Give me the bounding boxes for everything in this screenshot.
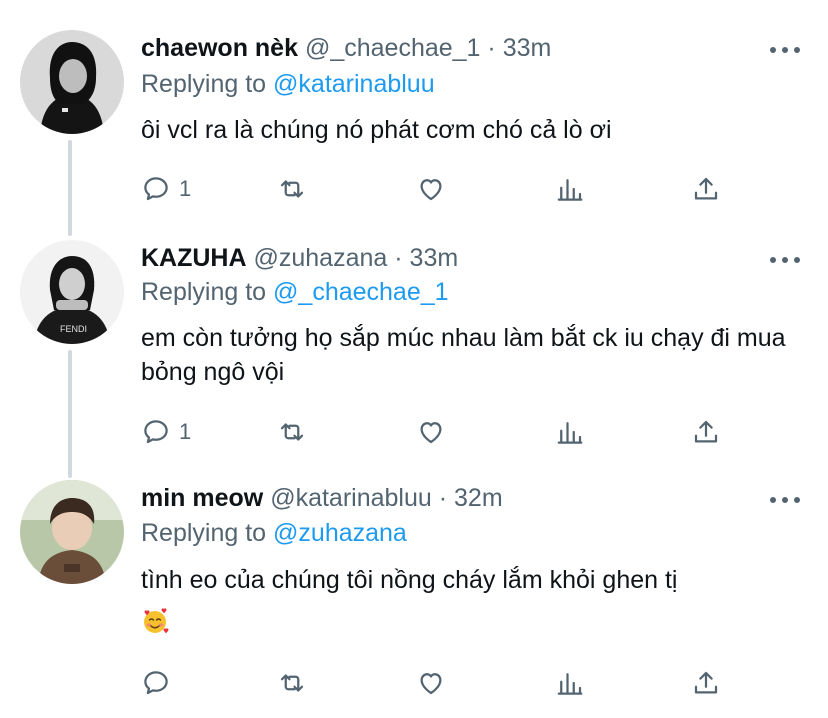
svg-text:FENDI: FENDI xyxy=(60,324,87,334)
analytics-icon xyxy=(557,673,583,695)
retweet-icon xyxy=(280,180,304,198)
replying-to: Replying to @_chaechae_1 xyxy=(141,277,449,307)
tweet-text-content: tình eo của chúng tôi nồng cháy lắm khỏi… xyxy=(141,566,678,594)
tweet[interactable]: FENDI KAZUHA @zuhazana · 33m Replying to… xyxy=(0,232,828,476)
like-button[interactable] xyxy=(416,415,454,449)
reply-button[interactable]: 1 xyxy=(141,415,191,449)
tweet[interactable]: chaewon nèk @_chaechae_1 · 33m Replying … xyxy=(0,0,828,232)
avatar[interactable] xyxy=(20,30,124,134)
heart-icon xyxy=(420,673,442,695)
retweet-button[interactable] xyxy=(277,172,315,206)
share-button[interactable] xyxy=(691,415,721,449)
tweet-text: ôi vcl ra là chúng nó phát cơm chó cả lò… xyxy=(141,116,612,144)
timestamp[interactable]: 32m xyxy=(454,484,503,512)
reply-button[interactable] xyxy=(141,666,179,700)
user-handle[interactable]: @katarinabluu xyxy=(270,484,432,512)
display-name[interactable]: chaewon nèk xyxy=(141,34,298,62)
action-bar: 1 xyxy=(141,415,731,449)
timestamp[interactable]: 33m xyxy=(503,34,552,62)
replying-to-mention[interactable]: @katarinabluu xyxy=(273,70,435,98)
share-button[interactable] xyxy=(691,172,721,206)
heart-icon xyxy=(420,422,442,444)
replying-to-label: Replying to xyxy=(141,70,267,98)
separator: · xyxy=(394,244,403,272)
user-handle[interactable]: @zuhazana xyxy=(254,244,388,272)
like-button[interactable] xyxy=(416,172,454,206)
replying-to-mention[interactable]: @_chaechae_1 xyxy=(273,278,449,306)
smiling-face-with-hearts-icon xyxy=(144,608,169,634)
share-button[interactable] xyxy=(691,666,721,700)
like-button[interactable] xyxy=(416,666,454,700)
action-bar xyxy=(141,666,731,700)
reply-icon xyxy=(144,420,168,444)
tweet-header: KAZUHA @zuhazana · 33m xyxy=(141,243,458,273)
analytics-button[interactable] xyxy=(555,415,585,449)
share-icon xyxy=(694,177,718,200)
tweet-text: tình eo của chúng tôi nồng cháy lắm khỏi… xyxy=(141,563,811,644)
more-options-icon[interactable] xyxy=(770,255,800,265)
reply-count: 1 xyxy=(179,176,192,201)
tweet-header: min meow @katarinabluu · 32m xyxy=(141,483,503,513)
analytics-icon xyxy=(557,422,583,444)
separator: · xyxy=(438,484,448,512)
replying-to-label: Replying to xyxy=(141,519,267,547)
replying-to-mention[interactable]: @zuhazana xyxy=(273,519,407,547)
retweet-icon xyxy=(280,423,304,441)
tweet-text: em còn tưởng họ sắp múc nhau làm bắt ck … xyxy=(141,324,786,386)
action-bar: 1 xyxy=(141,172,731,206)
tweet-header: chaewon nèk @_chaechae_1 · 33m xyxy=(141,33,551,63)
display-name[interactable]: KAZUHA xyxy=(141,244,247,272)
retweet-icon xyxy=(280,674,304,692)
tweet[interactable]: min meow @katarinabluu · 32m Replying to… xyxy=(0,476,828,718)
heart-icon xyxy=(420,179,442,201)
avatar[interactable]: FENDI xyxy=(20,240,124,344)
more-options-icon[interactable] xyxy=(770,45,800,55)
separator: · xyxy=(487,34,496,62)
user-handle[interactable]: @_chaechae_1 xyxy=(305,34,481,62)
replying-to: Replying to @katarinabluu xyxy=(141,69,435,99)
share-icon xyxy=(694,671,718,694)
avatar[interactable] xyxy=(20,480,124,584)
reply-icon xyxy=(144,177,168,201)
reply-count: 1 xyxy=(179,419,192,444)
reply-button[interactable]: 1 xyxy=(141,172,191,206)
replying-to-label: Replying to xyxy=(141,278,267,306)
retweet-button[interactable] xyxy=(277,666,315,700)
more-options-icon[interactable] xyxy=(770,495,800,505)
replying-to: Replying to @zuhazana xyxy=(141,518,407,548)
analytics-icon xyxy=(557,179,583,201)
timestamp[interactable]: 33m xyxy=(410,244,459,272)
share-icon xyxy=(694,420,718,443)
analytics-button[interactable] xyxy=(555,172,585,206)
analytics-button[interactable] xyxy=(555,666,585,700)
display-name[interactable]: min meow xyxy=(141,484,263,512)
reply-icon xyxy=(144,671,168,695)
retweet-button[interactable] xyxy=(277,415,315,449)
